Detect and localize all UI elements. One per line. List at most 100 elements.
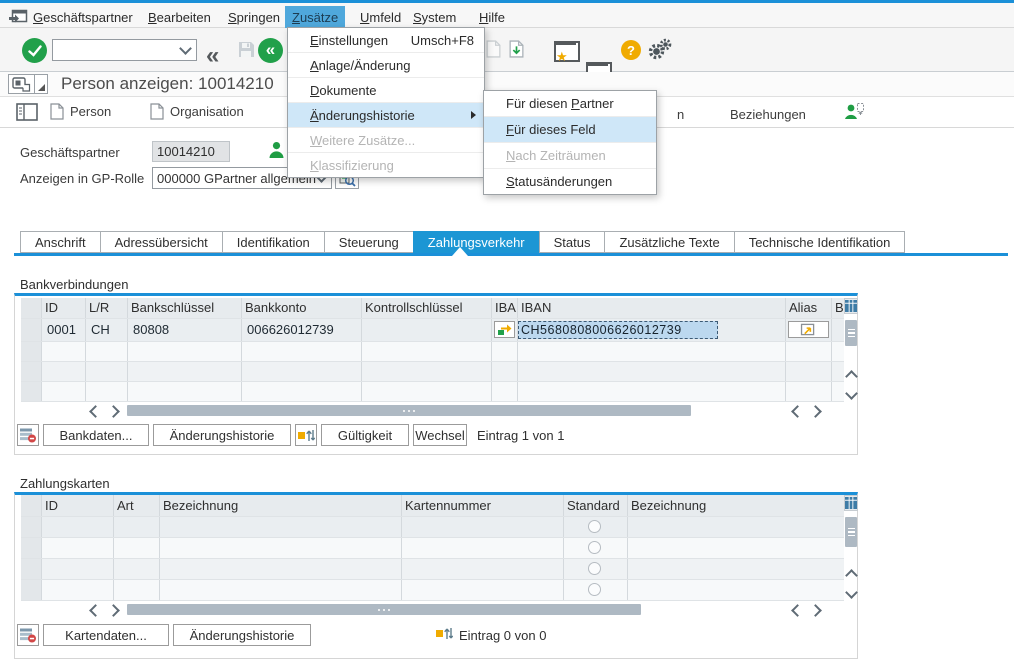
bank-hscroll-left[interactable] (87, 404, 103, 418)
services-for-object-button[interactable] (8, 74, 35, 94)
bank-selection-column[interactable] (21, 298, 41, 401)
bank-aenderungshistorie-button[interactable]: Änderungshistorie (153, 424, 291, 446)
enter-button[interactable] (22, 38, 47, 63)
submenu-item-statusaenderungen[interactable]: Statusänderungen (484, 169, 656, 194)
bank-hscroll-right-2[interactable] (807, 404, 823, 418)
submenu-item-fuer-dieses-feld[interactable]: Für dieses Feld (484, 117, 656, 143)
menubar-item-umfeld[interactable]: Umfeld (360, 10, 401, 25)
system-toolbar: « « ★ ? (0, 28, 1014, 72)
tab-zusaetzliche-texte[interactable]: Zusätzliche Texte (604, 231, 734, 253)
bank-col-iban[interactable]: IBAN (517, 298, 785, 318)
bank-vscroll-up[interactable] (844, 368, 858, 384)
locator-button[interactable] (16, 103, 38, 124)
cards-selection-column[interactable] (21, 495, 41, 600)
cards-col-id[interactable]: ID (41, 495, 113, 516)
bank-table-config-button[interactable] (844, 298, 858, 314)
standard-radio[interactable] (588, 520, 601, 533)
cards-vscroll-thumb[interactable] (845, 517, 857, 547)
cards-vscroll-down[interactable] (844, 584, 858, 600)
cards-col-standard[interactable]: Standard (563, 495, 627, 516)
customize-button[interactable] (647, 38, 672, 64)
bank-col-id[interactable]: ID (41, 298, 85, 318)
menu-item-aenderungshistorie[interactable]: Änderungshistorie (288, 103, 484, 128)
bank-col-kontrollschluessel[interactable]: Kontrollschlüssel (361, 298, 491, 318)
menubar-item-bearbeiten[interactable]: Bearbeiten (148, 10, 211, 25)
bank-col-lr[interactable]: L/R (85, 298, 127, 318)
favorites-window-button[interactable]: ★ (554, 41, 580, 62)
iban-value-cell[interactable]: CH5680808006626012739 (518, 321, 718, 339)
command-field[interactable] (52, 39, 197, 61)
menu-item-einstellungen[interactable]: Einstellungen Umsch+F8 (288, 28, 484, 53)
menubar-item-zusaetze[interactable]: Zusätze (285, 6, 345, 29)
bank-col-bankschluessel[interactable]: Bankschlüssel (127, 298, 241, 318)
title-menu-dropdown-button[interactable] (34, 74, 48, 94)
cards-col-bezeichnung-2[interactable]: Bezeichnung (627, 495, 844, 516)
cards-sort-icon[interactable] (435, 626, 453, 644)
bank-table-row (41, 381, 844, 401)
partner-field[interactable]: 10014210 (152, 141, 230, 162)
bank-hscroll-thumb[interactable] (127, 405, 691, 416)
bankdaten-button[interactable]: Bankdaten... (43, 424, 149, 446)
menu-item-anlage-aenderung[interactable]: Anlage/Änderung (288, 53, 484, 78)
bank-vscroll-thumb[interactable] (845, 320, 857, 346)
bank-col-alias[interactable]: Alias (785, 298, 831, 318)
app-toolbar-item-beziehungen[interactable]: Beziehungen (730, 107, 806, 122)
cards-hscroll-left-2[interactable] (789, 603, 805, 617)
bank-cell-id[interactable]: 0001 (43, 318, 76, 341)
kartendaten-button[interactable]: Kartendaten... (43, 624, 169, 646)
bank-col-bankkonto[interactable]: Bankkonto (241, 298, 361, 318)
standard-radio[interactable] (588, 562, 601, 575)
switch-partner-button[interactable] (844, 102, 865, 124)
standard-radio[interactable] (588, 583, 601, 596)
menubar-item-springen[interactable]: Springen (228, 10, 280, 25)
alias-button[interactable] (788, 321, 829, 338)
bank-cell-lr[interactable]: CH (87, 318, 110, 341)
menubar-item-geschaeftspartner[interactable]: Geschäftspartner (33, 10, 133, 25)
wechsel-button[interactable]: Wechsel (413, 424, 467, 446)
bank-sort-button[interactable] (295, 424, 317, 446)
cards-table-config-button[interactable] (844, 495, 858, 511)
bank-delete-row-button[interactable] (17, 424, 39, 446)
download-button[interactable] (509, 40, 524, 61)
cards-col-bezeichnung[interactable]: Bezeichnung (159, 495, 401, 516)
cards-hscroll-right-2[interactable] (807, 603, 823, 617)
bank-col-bank[interactable]: Bank (831, 298, 844, 318)
cards-col-art[interactable]: Art (113, 495, 159, 516)
save-button[interactable] (238, 41, 255, 61)
cards-aenderungshistorie-button[interactable]: Änderungshistorie (173, 624, 311, 646)
tab-status[interactable]: Status (539, 231, 606, 253)
app-toolbar-item-partial-label[interactable]: n (677, 107, 684, 122)
app-toolbar-item-organisation[interactable]: Organisation (150, 103, 244, 120)
cards-col-kartennummer[interactable]: Kartennummer (401, 495, 563, 516)
tab-zahlungsverkehr[interactable]: Zahlungsverkehr (413, 231, 540, 253)
cards-hscroll-left[interactable] (87, 603, 103, 617)
iban-detail-button[interactable] (494, 321, 515, 338)
tab-technische-identifikation[interactable]: Technische Identifikation (734, 231, 906, 253)
tab-steuerung[interactable]: Steuerung (324, 231, 414, 253)
cards-hscroll-right[interactable] (105, 603, 121, 617)
tab-identifikation[interactable]: Identifikation (222, 231, 325, 253)
app-toolbar-item-person[interactable]: Person (50, 103, 111, 120)
tab-anschrift[interactable]: Anschrift (20, 231, 101, 253)
bank-cell-bankkonto[interactable]: 006626012739 (243, 318, 334, 341)
menubar-item-hilfe[interactable]: Hilfe (479, 10, 505, 25)
cards-hscroll-thumb[interactable] (127, 604, 641, 615)
print-button[interactable] (486, 40, 501, 61)
bank-col-iban-button[interactable]: IBAN (491, 298, 517, 318)
tab-adressuebersicht[interactable]: Adressübersicht (100, 231, 223, 253)
exit-button[interactable]: « (258, 38, 283, 63)
back-button[interactable]: « (206, 44, 219, 68)
bank-hscroll-right[interactable] (105, 404, 121, 418)
menu-item-dokumente[interactable]: Dokumente (288, 78, 484, 103)
standard-radio[interactable] (588, 541, 601, 554)
sap-session-icon[interactable] (8, 9, 28, 27)
menubar-item-system[interactable]: System (413, 10, 456, 25)
gueltigkeit-button[interactable]: Gültigkeit (321, 424, 409, 446)
cards-vscroll-up[interactable] (844, 567, 858, 583)
cards-delete-row-button[interactable] (17, 624, 39, 646)
bank-cell-bankschluessel[interactable]: 80808 (129, 318, 169, 341)
help-button[interactable]: ? (621, 40, 641, 60)
bank-vscroll-down[interactable] (844, 385, 858, 401)
submenu-item-fuer-diesen-partner[interactable]: Für diesen Partner (484, 91, 656, 117)
bank-hscroll-left-2[interactable] (789, 404, 805, 418)
